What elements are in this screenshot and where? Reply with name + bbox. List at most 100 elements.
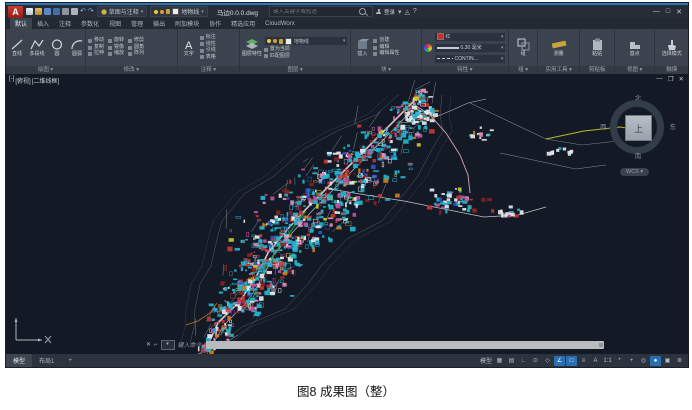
scale-tool[interactable]: 缩放 (108, 51, 124, 57)
ortho-icon[interactable]: ∟ (518, 356, 529, 366)
arc-tool[interactable]: 圆弧 (68, 38, 85, 57)
viewcube[interactable]: 北 上 西 东 南 WCS ▾ (606, 92, 670, 168)
paste-tool[interactable]: 粘贴 (588, 38, 606, 57)
help-search-box[interactable] (269, 6, 373, 17)
workspace-switch-icon[interactable]: * (614, 356, 625, 366)
stretch-tool[interactable]: 拉伸 (88, 51, 104, 57)
polyline-tool[interactable]: 多段线 (28, 38, 46, 57)
panel-label-view[interactable]: 视图 ▾ (615, 66, 654, 74)
osnap-tracking-icon[interactable]: ∠ (554, 356, 565, 366)
model-space-badge[interactable]: 模型 (479, 356, 493, 366)
plot-icon[interactable] (62, 8, 69, 15)
tab-output[interactable]: 输出 (148, 18, 170, 29)
save-as-icon[interactable] (53, 8, 60, 15)
rotate-tool[interactable]: 旋转 (108, 38, 124, 44)
panel-label-annotate[interactable]: 注释 ▾ (178, 66, 239, 74)
undo-icon[interactable]: ↶ (80, 8, 86, 15)
make-current-tool[interactable]: 置为当前 (264, 47, 349, 53)
redo-icon[interactable]: ↷ (88, 8, 94, 15)
grid-icon[interactable]: ▦ (494, 356, 505, 366)
table-tool[interactable]: 表格 (200, 55, 216, 61)
print-icon[interactable] (71, 8, 78, 15)
leader-tool[interactable]: 引线 (200, 48, 216, 54)
object-snap-icon[interactable]: □ (566, 356, 577, 366)
viewport-close-button[interactable]: ✕ (679, 75, 684, 83)
help-icon[interactable]: ? (413, 8, 417, 15)
panel-label-groups[interactable]: 组 ▾ (509, 66, 537, 74)
tab-home[interactable]: 默认 (10, 18, 32, 29)
viewcube-top-face[interactable]: 上 (625, 115, 652, 141)
quick-layer-control[interactable]: 地物线 ▾ (150, 6, 208, 17)
tab-collaborate[interactable]: 协作 (204, 18, 226, 29)
tab-layout1[interactable]: 布局1 (32, 354, 61, 367)
isolate-objects-icon[interactable]: ◎ (638, 356, 649, 366)
tab-view[interactable]: 视图 (104, 18, 126, 29)
match-layer-tool[interactable]: 匹配图层 (264, 54, 349, 60)
search-input[interactable] (273, 9, 357, 15)
create-block-tool[interactable]: 创建 (373, 38, 399, 44)
tab-cloudworx[interactable]: CloudWorx (260, 18, 300, 29)
panel-label-block[interactable]: 块 ▾ (351, 66, 420, 74)
panel-label-properties[interactable]: 特性 ▾ (422, 66, 509, 74)
isodraft-icon[interactable]: ◇ (542, 356, 553, 366)
dimension-tool[interactable]: 标注 (200, 35, 216, 41)
command-line[interactable]: ✕ ⌐ ▾ 键入命令 (146, 339, 604, 350)
lineweight-icon[interactable]: ≡ (578, 356, 589, 366)
sign-in-button[interactable]: 登录 (384, 8, 395, 16)
panel-label-layers[interactable]: 图层 ▾ (240, 66, 351, 74)
panel-label-draw[interactable]: 绘图 ▾ (6, 66, 85, 74)
app-logo-button[interactable]: A (8, 6, 23, 18)
object-color-dropdown[interactable]: 红 ▾ (434, 32, 507, 42)
panel-label-modify[interactable]: 修改 ▾ (86, 66, 177, 74)
trim-tool[interactable]: 修剪 (128, 38, 144, 44)
viewport-restore-button[interactable]: ❐ (668, 75, 674, 83)
add-layout-button[interactable]: + (61, 354, 79, 367)
viewport-minimize-control[interactable]: [-] (9, 76, 14, 85)
command-close-icon[interactable]: ✕ (146, 341, 151, 348)
graphics-performance-icon[interactable]: ● (650, 356, 661, 366)
workspace-dropdown[interactable]: 草图与注释 ▾ (97, 6, 148, 17)
minimize-button[interactable]: — (653, 8, 660, 16)
viewport-minimize-button[interactable]: — (656, 75, 663, 83)
clean-screen-icon[interactable]: ▣ (662, 356, 673, 366)
line-tool[interactable]: 直线 (8, 38, 26, 57)
base-point-tool[interactable]: 基点 (626, 38, 644, 57)
tab-insert[interactable]: 插入 (32, 18, 54, 29)
annotation-scale-icon[interactable]: 1:1 (602, 356, 613, 366)
customization-icon[interactable]: ≣ (674, 356, 685, 366)
linetype-dropdown[interactable]: CONTIN... ▾ (434, 54, 507, 64)
tab-manage[interactable]: 管理 (126, 18, 148, 29)
snap-mode-icon[interactable]: ▤ (506, 356, 517, 366)
new-file-icon[interactable] (26, 8, 33, 15)
viewport-style-control[interactable]: [二维线框] (32, 76, 59, 85)
tab-parametric[interactable]: 参数化 (76, 18, 104, 29)
maximize-button[interactable]: □ (666, 8, 670, 16)
viewport-view-control[interactable]: [俯视] (15, 76, 30, 85)
share-icon[interactable]: ◬ (405, 8, 410, 16)
measure-tool[interactable]: 测量 (550, 38, 568, 57)
group-tool[interactable]: 组 (514, 38, 532, 57)
save-icon[interactable] (44, 8, 51, 15)
command-customize-icon[interactable]: ▾ (161, 340, 175, 350)
wcs-dropdown[interactable]: WCS ▾ (620, 168, 649, 176)
drawing-area[interactable]: [-] [俯视] [二维线框] — ❐ ✕ 北 上 西 东 南 WCS ▾ (6, 74, 688, 354)
annotation-visibility-icon[interactable]: A (590, 356, 601, 366)
crosshair-icon[interactable]: + (626, 356, 637, 366)
text-tool[interactable]: A 文字 (180, 38, 198, 57)
viewcube-east[interactable]: 东 (670, 121, 677, 131)
array-tool[interactable]: 阵列 (128, 51, 144, 57)
search-icon[interactable] (359, 8, 366, 15)
polar-tracking-icon[interactable]: ⊙ (530, 356, 541, 366)
app-store-icon[interactable]: ▾ (398, 8, 402, 16)
panel-label-utilities[interactable]: 实用工具 ▾ (538, 66, 579, 74)
viewcube-south[interactable]: 南 (635, 150, 642, 160)
viewcube-west[interactable]: 西 (600, 121, 607, 131)
tab-addins[interactable]: 附加模块 (170, 18, 204, 29)
insert-block-tool[interactable]: 插入 (353, 38, 371, 57)
layer-properties-tool[interactable]: 图层特性 (242, 38, 262, 57)
selection-mode-tool[interactable]: 选择模式 (662, 39, 682, 57)
edit-attributes-tool[interactable]: 编辑属性 (373, 51, 399, 57)
circle-tool[interactable]: 圆 (48, 38, 66, 57)
close-button[interactable]: ✕ (676, 8, 682, 16)
command-wrench-icon[interactable]: ⌐ (154, 342, 158, 348)
